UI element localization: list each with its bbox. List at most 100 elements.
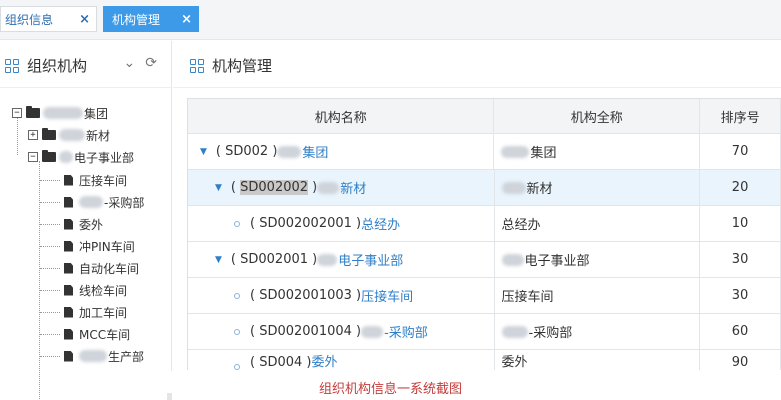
caret-down-icon[interactable]: ▼ xyxy=(215,183,222,193)
refresh-icon[interactable]: ⟳ xyxy=(145,55,157,71)
org-code: ( SD004 ) xyxy=(250,355,312,370)
tree-node-automation[interactable]: 自动化车间 xyxy=(64,260,139,276)
leaf-dot-icon xyxy=(234,292,240,299)
sort-cell: 30 xyxy=(700,278,781,313)
table-row[interactable]: ▼ ( SD002 ) 集团 集团 70 xyxy=(188,134,781,170)
full-name: 总经办 xyxy=(501,218,541,233)
file-icon xyxy=(64,262,73,274)
tree-node-label: 加工车间 xyxy=(79,305,128,320)
divider xyxy=(0,87,171,88)
close-icon[interactable]: × xyxy=(79,12,90,27)
org-code: ( SD002002001 ) xyxy=(250,216,362,231)
table-row[interactable]: ▼ ( SD002001 ) 电子事业部 电子事业部 30 xyxy=(188,242,781,278)
tree-node-label: 新材 xyxy=(86,128,111,143)
tree-node-outsourcing[interactable]: 委外 xyxy=(64,216,103,232)
org-code: ( SD002001 ) xyxy=(230,252,318,267)
org-name-link[interactable]: 总经办 xyxy=(361,214,400,233)
file-icon xyxy=(64,196,73,208)
org-code: ( SD002001003 ) xyxy=(250,288,362,303)
org-name-link[interactable]: 压接车间 xyxy=(361,286,413,305)
name-cell: ▼ ( SD002002 ) 新材 xyxy=(188,170,495,205)
tree-node-purchasing[interactable]: -采购部 xyxy=(64,194,144,210)
tab-org-management[interactable]: 机构管理 × xyxy=(103,6,199,32)
column-header[interactable]: 排序号 xyxy=(700,99,781,133)
tree-node-group[interactable]: − 集团 xyxy=(12,105,108,121)
tree-line xyxy=(40,312,60,313)
grid-icon xyxy=(190,58,204,73)
table-row[interactable]: ( SD002001003 ) 压接车间 压接车间 30 xyxy=(188,278,781,314)
tree-node-label: 集团 xyxy=(84,106,109,121)
collapse-icon[interactable]: − xyxy=(28,152,38,162)
tree-line xyxy=(17,117,18,155)
expand-icon[interactable]: + xyxy=(28,130,38,140)
tree-node-pin[interactable]: 冲PIN车间 xyxy=(64,238,135,254)
full-name: 委外 xyxy=(501,355,528,370)
full-name-cell: 电子事业部 xyxy=(495,242,701,277)
redacted-text xyxy=(43,107,83,119)
column-header[interactable]: 机构名称 xyxy=(188,99,495,133)
tab-org-info[interactable]: 组织信息 × xyxy=(0,6,97,32)
tree-node-mcc[interactable]: MCC车间 xyxy=(64,326,130,342)
collapse-icon[interactable]: − xyxy=(12,108,22,118)
panel-title-text: 机构管理 xyxy=(212,57,273,75)
panel-title: 组织机构 xyxy=(5,55,87,76)
redacted-text xyxy=(59,129,85,141)
panel-title-text: 组织机构 xyxy=(27,57,88,75)
file-icon xyxy=(64,218,73,230)
tree-node-label: MCC车间 xyxy=(79,327,131,342)
file-icon xyxy=(64,306,73,318)
org-name-link[interactable]: 集团 xyxy=(302,142,328,161)
caret-down-icon[interactable]: ▼ xyxy=(215,255,222,265)
tree-node-label: -采购部 xyxy=(104,195,145,210)
tab-bar: 组织信息 × 机构管理 × xyxy=(0,0,781,40)
redacted-text xyxy=(501,325,528,338)
full-name: -采购部 xyxy=(528,326,573,341)
org-name-link[interactable]: 电子事业部 xyxy=(338,250,403,269)
tab-label: 机构管理 xyxy=(112,12,161,27)
org-name-link[interactable]: 新材 xyxy=(340,178,366,197)
full-name: 压接车间 xyxy=(501,290,554,305)
tree-node-label: 线检车间 xyxy=(79,283,128,298)
column-header[interactable]: 机构全称 xyxy=(494,99,701,133)
sort-cell: 70 xyxy=(700,134,781,169)
tree-node-label: 电子事业部 xyxy=(74,150,135,165)
redacted-text xyxy=(317,253,338,266)
table-row[interactable]: ( SD004 ) 委外 委外 90 xyxy=(188,350,781,370)
table-row-selected[interactable]: ▼ ( SD002002 ) 新材 新材 20 xyxy=(188,170,781,206)
caret-down-icon[interactable]: ▼ xyxy=(200,147,207,157)
redacted-text xyxy=(361,325,384,338)
tree-node-label: 委外 xyxy=(79,217,104,232)
close-icon[interactable]: × xyxy=(181,12,192,27)
tree-line xyxy=(40,180,60,181)
leaf-dot-icon xyxy=(234,220,240,227)
figure-caption: 组织机构信息一系统截图 xyxy=(318,382,462,397)
tree-node-label: 生产部 xyxy=(108,349,145,364)
table-row[interactable]: ( SD002002001 ) 总经办 总经办 10 xyxy=(188,206,781,242)
tree-line xyxy=(40,246,60,247)
tree-node-wire-inspection[interactable]: 线检车间 xyxy=(64,282,127,298)
org-management-panel: 机构管理 机构名称 机构全称 排序号 ▼ ( SD002 ) 集团 集团 70 xyxy=(173,41,781,371)
file-icon xyxy=(64,174,73,186)
leaf-dot-icon xyxy=(234,364,240,370)
folder-icon xyxy=(42,128,56,140)
org-tree-panel: 组织机构 ⌄ ⟳ − 集团 + 新材 − 电子事业部 压接车间 -采购部 委外 … xyxy=(0,41,172,400)
sort-cell: 90 xyxy=(700,350,781,370)
org-code: ( SD002001004 ) xyxy=(250,324,362,339)
tree-node-electronics[interactable]: − 电子事业部 xyxy=(28,149,134,165)
tab-label: 组织信息 xyxy=(5,12,54,27)
tree-node-production[interactable]: 生产部 xyxy=(64,348,144,364)
file-icon xyxy=(64,240,73,252)
org-name-link[interactable]: 委外 xyxy=(311,351,337,370)
sort-cell: 20 xyxy=(700,170,781,205)
full-name-cell: 压接车间 xyxy=(495,278,701,313)
redacted-text xyxy=(59,151,73,163)
org-name-link[interactable]: -采购部 xyxy=(384,322,428,341)
tree-node-machining[interactable]: 加工车间 xyxy=(64,304,127,320)
tree-node-materials[interactable]: + 新材 xyxy=(28,127,110,143)
tree-node-crimping[interactable]: 压接车间 xyxy=(64,172,127,188)
folder-open-icon xyxy=(42,150,56,162)
chevron-down-icon[interactable]: ⌄ xyxy=(124,55,136,71)
table-row[interactable]: ( SD002001004 ) -采购部 -采购部 60 xyxy=(188,314,781,350)
redacted-text xyxy=(79,196,103,208)
full-name-cell: 委外 xyxy=(495,350,701,370)
